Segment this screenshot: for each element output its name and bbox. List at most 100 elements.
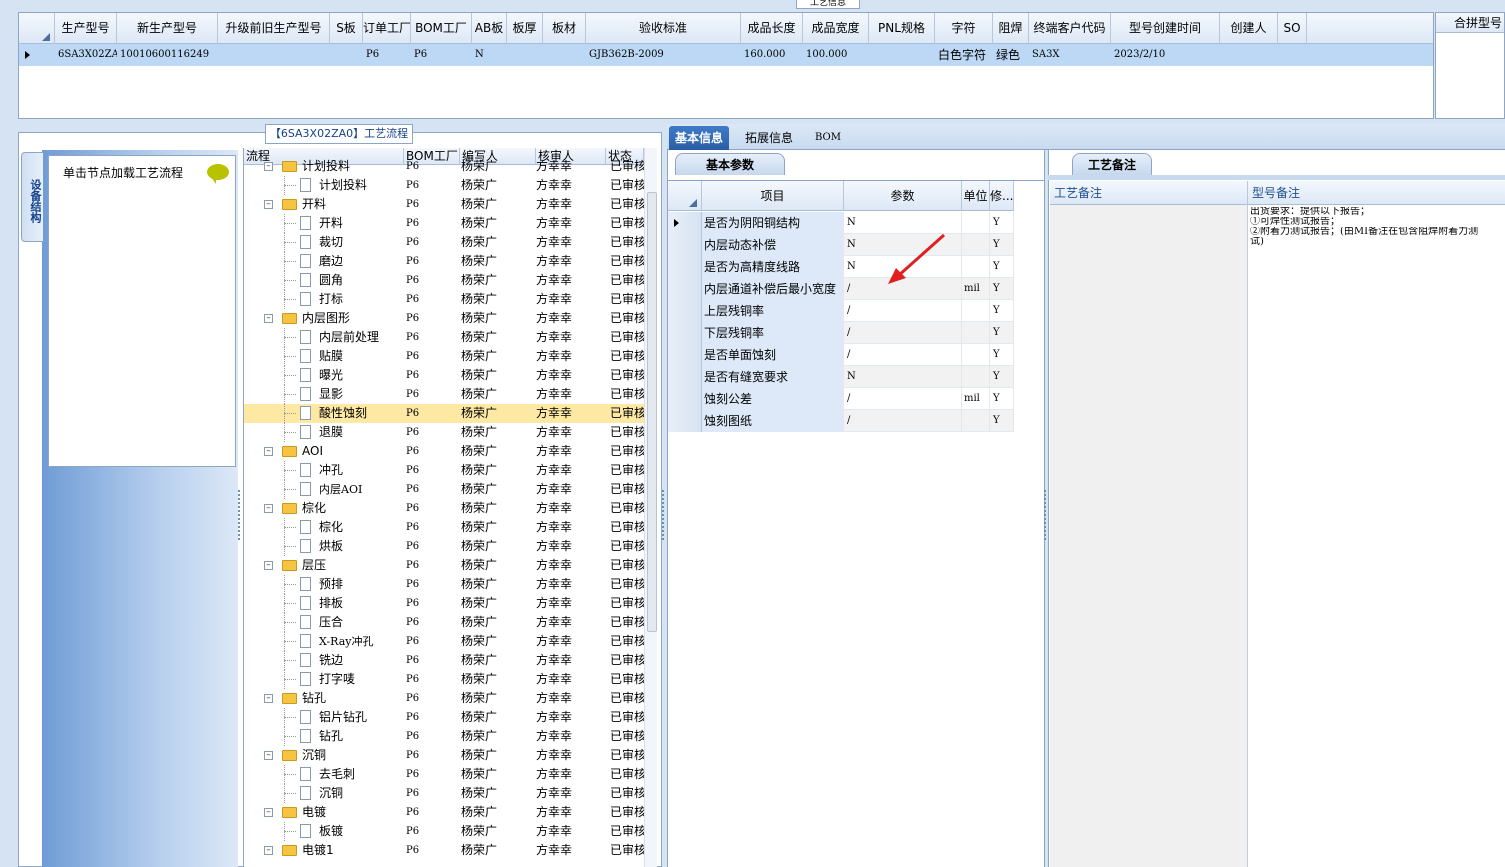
column-header[interactable]: 成品宽度 (803, 13, 869, 44)
param-column-header[interactable]: 参数 (844, 181, 962, 211)
param-row[interactable]: 是否为高精度线路 N Y (668, 256, 1014, 278)
param-row[interactable]: 蚀刻公差 / mil Y (668, 388, 1014, 410)
tree-row[interactable]: – 内层图形 P6 杨荣广 方幸幸 已审核 (244, 309, 644, 328)
tree-row[interactable]: 内层前处理 P6 杨荣广 方幸幸 已审核 (244, 328, 644, 347)
tree-row[interactable]: 磨边 P6 杨荣广 方幸幸 已审核 (244, 252, 644, 271)
column-header[interactable]: 型号创建时间 (1111, 13, 1220, 44)
tree-row[interactable]: 板镀 P6 杨荣广 方幸幸 已审核 (244, 822, 644, 841)
tree-row[interactable]: 打标 P6 杨荣广 方幸幸 已审核 (244, 290, 644, 309)
param-row[interactable]: 是否为阴阳铜结构 N Y (668, 212, 1014, 234)
tree-row[interactable]: 排板 P6 杨荣广 方幸幸 已审核 (244, 594, 644, 613)
column-header[interactable]: PNL规格 (869, 13, 935, 44)
tree-row[interactable]: – 棕化 P6 杨荣广 方幸幸 已审核 (244, 499, 644, 518)
collapse-icon[interactable]: – (264, 694, 273, 703)
param-row[interactable]: 内层通道补偿后最小宽度 / mil Y (668, 278, 1014, 300)
param-value-cell[interactable]: N (844, 366, 962, 388)
tree-row[interactable]: 去毛刺 P6 杨荣广 方幸幸 已审核 (244, 765, 644, 784)
column-header[interactable]: 新生产型号 (117, 13, 218, 44)
model-remark-field[interactable]: 出货要求：提供以下报告； ①可焊性测试报告； ②附着力测试报告；(由MI备注在包含阻… (1248, 205, 1505, 867)
param-value-cell[interactable]: / (844, 388, 962, 410)
param-value-cell[interactable]: N (844, 212, 962, 234)
column-header[interactable]: BOM工厂 (411, 13, 472, 44)
collapse-icon[interactable]: – (264, 808, 273, 817)
tab-extended-info[interactable]: 拓展信息 (739, 126, 799, 150)
column-header[interactable]: SO (1278, 13, 1307, 44)
tab-basic-info[interactable]: 基本信息 (669, 126, 730, 150)
tree-row[interactable]: 裁切 P6 杨荣广 方幸幸 已审核 (244, 233, 644, 252)
param-value-cell[interactable]: / (844, 410, 962, 432)
param-row[interactable]: 是否有缝宽要求 N Y (668, 366, 1014, 388)
tree-row[interactable]: 开料 P6 杨荣广 方幸幸 已审核 (244, 214, 644, 233)
tree-row[interactable]: 钻孔 P6 杨荣广 方幸幸 已审核 (244, 727, 644, 746)
tree-row[interactable]: – AOI P6 杨荣广 方幸幸 已审核 (244, 442, 644, 461)
param-value-cell[interactable]: / (844, 322, 962, 344)
tab-bom[interactable]: BOM (809, 126, 847, 150)
splitter-right[interactable] (1044, 490, 1047, 540)
tab-basic-params[interactable]: 基本参数 (675, 153, 785, 175)
param-row[interactable]: 下层残铜率 / Y (668, 322, 1014, 344)
tree-row[interactable]: – 沉铜 P6 杨荣广 方幸幸 已审核 (244, 746, 644, 765)
column-header[interactable]: 终端客户代码 (1029, 13, 1111, 44)
tab-device-structure[interactable]: 设备结构 (21, 152, 43, 242)
collapse-icon[interactable]: – (264, 200, 273, 209)
column-header[interactable]: 创建人 (1220, 13, 1278, 44)
tree-row[interactable]: 冲孔 P6 杨荣广 方幸幸 已审核 (244, 461, 644, 480)
tree-row[interactable]: 内层AOI P6 杨荣广 方幸幸 已审核 (244, 480, 644, 499)
column-header[interactable]: 生产型号 (55, 13, 117, 44)
param-value-cell[interactable]: / (844, 300, 962, 322)
column-header[interactable]: 字符 (935, 13, 993, 44)
tree-row[interactable]: 酸性蚀刻 P6 杨荣广 方幸幸 已审核 (244, 404, 644, 423)
collapse-icon[interactable]: – (264, 504, 273, 513)
tree-row[interactable]: 铣边 P6 杨荣广 方幸幸 已审核 (244, 651, 644, 670)
tree-row[interactable]: 棕化 P6 杨荣广 方幸幸 已审核 (244, 518, 644, 537)
param-column-header[interactable]: 修... (990, 181, 1014, 211)
tree-row[interactable]: – 电镀 P6 杨荣广 方幸幸 已审核 (244, 803, 644, 822)
collapse-icon[interactable]: – (264, 162, 273, 171)
column-header[interactable]: 阻焊 (993, 13, 1029, 44)
tree-row[interactable]: 曝光 P6 杨荣广 方幸幸 已审核 (244, 366, 644, 385)
table-row[interactable]: 6SA3X02ZA010010600116249 P6 P6 N GJB362B-200… (19, 44, 1433, 66)
tree-row[interactable]: – 计划投料 P6 杨荣广 方幸幸 已审核 (244, 157, 644, 176)
collapse-icon[interactable]: – (264, 447, 273, 456)
tree-row[interactable]: 铝片钻孔 P6 杨荣广 方幸幸 已审核 (244, 708, 644, 727)
column-header[interactable]: S板 (330, 13, 363, 44)
splitter-left[interactable] (238, 490, 241, 540)
param-row[interactable]: 上层残铜率 / Y (668, 300, 1014, 322)
tree-row[interactable]: 预排 P6 杨荣广 方幸幸 已审核 (244, 575, 644, 594)
column-header[interactable]: 订单工厂 (363, 13, 411, 44)
tree-row[interactable]: – 钻孔 P6 杨荣广 方幸幸 已审核 (244, 689, 644, 708)
tree-scrollbar[interactable] (644, 148, 657, 867)
param-column-header[interactable]: 项目 (702, 181, 844, 211)
tree-row[interactable]: – 电镀1 P6 杨荣广 方幸幸 已审核 (244, 841, 644, 860)
tree-row[interactable]: 显影 P6 杨荣广 方幸幸 已审核 (244, 385, 644, 404)
param-row[interactable]: 内层动态补偿 N Y (668, 234, 1014, 256)
splitter-center[interactable] (662, 490, 665, 540)
scrollbar-thumb[interactable] (647, 192, 657, 632)
process-remark-field[interactable] (1050, 205, 1248, 867)
tree-row[interactable]: 打字唛 P6 杨荣广 方幸幸 已审核 (244, 670, 644, 689)
collapse-icon[interactable]: – (264, 846, 273, 855)
column-header[interactable]: 升级前旧生产型号 (218, 13, 330, 44)
tree-row[interactable]: 计划投料 P6 杨荣广 方幸幸 已审核 (244, 176, 644, 195)
param-value-cell[interactable]: / (844, 344, 962, 366)
param-column-header[interactable]: 单位 (962, 181, 990, 211)
tab-process-remarks[interactable]: 工艺备注 (1072, 153, 1152, 175)
tree-row[interactable]: 贴膜 P6 杨荣广 方幸幸 已审核 (244, 347, 644, 366)
tree-row[interactable]: 烘板 P6 杨荣广 方幸幸 已审核 (244, 537, 644, 556)
collapse-icon[interactable]: – (264, 751, 273, 760)
param-row[interactable]: 蚀刻图纸 / Y (668, 410, 1014, 432)
tree-row[interactable]: 压合 P6 杨荣广 方幸幸 已审核 (244, 613, 644, 632)
tree-row[interactable]: X-Ray冲孔 P6 杨荣广 方幸幸 已审核 (244, 632, 644, 651)
collapse-icon[interactable]: – (264, 314, 273, 323)
param-row[interactable]: 是否单面蚀刻 / Y (668, 344, 1014, 366)
tree-row[interactable]: 沉铜 P6 杨荣广 方幸幸 已审核 (244, 784, 644, 803)
column-header[interactable]: AB板 (472, 13, 507, 44)
column-header[interactable]: 板材 (543, 13, 586, 44)
column-header[interactable]: 板厚 (507, 13, 543, 44)
tree-row[interactable]: 圆角 P6 杨荣广 方幸幸 已审核 (244, 271, 644, 290)
tree-row[interactable]: – 层压 P6 杨荣广 方幸幸 已审核 (244, 556, 644, 575)
tree-row[interactable]: 退膜 P6 杨荣广 方幸幸 已审核 (244, 423, 644, 442)
column-header[interactable]: 验收标准 (586, 13, 741, 44)
tree-row[interactable]: – 开料 P6 杨荣广 方幸幸 已审核 (244, 195, 644, 214)
column-header[interactable]: 成品长度 (741, 13, 803, 44)
